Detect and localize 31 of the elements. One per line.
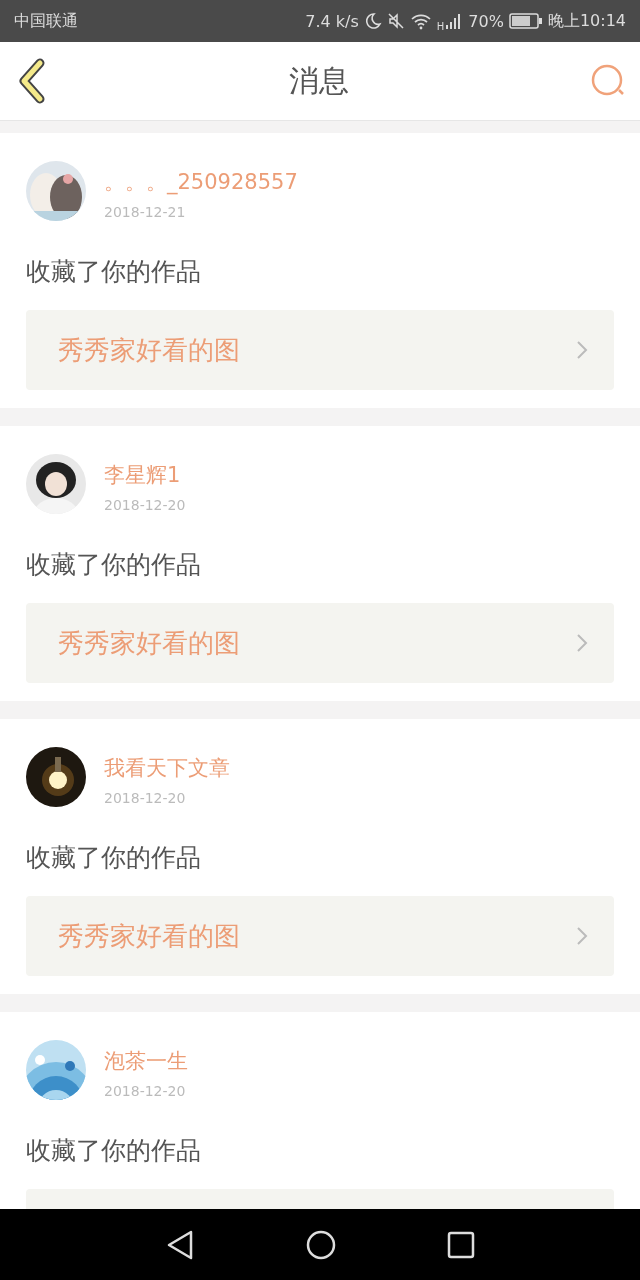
chevron-icon: [576, 340, 588, 360]
mute-icon: [386, 12, 405, 30]
message-text: 收藏了你的作品: [26, 842, 202, 874]
artwork-link[interactable]: 秀秀家好看的图: [26, 310, 614, 390]
page-title: 消息: [289, 61, 349, 100]
network-type: H: [436, 20, 445, 32]
message-date: 2018-12-20: [104, 497, 186, 513]
chevron-icon: [576, 926, 588, 946]
user-name[interactable]: 泡茶一生: [104, 1047, 188, 1075]
home-nav-icon[interactable]: [305, 1229, 337, 1261]
message-date: 2018-12-20: [104, 790, 187, 806]
message-text: 收藏了你的作品: [26, 549, 202, 581]
network-speed: 7.4 k/s: [305, 11, 359, 31]
battery-percent: 70%: [468, 11, 504, 31]
user-name[interactable]: 。。。_250928557: [104, 168, 298, 196]
carrier-name: 中国联通: [14, 10, 78, 32]
clock: 晚上10:14: [547, 10, 626, 32]
user-name[interactable]: 李星辉1: [104, 461, 186, 489]
artwork-link[interactable]: 秀秀家好看的图: [26, 896, 614, 976]
recents-nav-icon[interactable]: [447, 1231, 475, 1259]
back-nav-icon[interactable]: [165, 1229, 195, 1261]
message-text: 收藏了你的作品: [26, 1135, 202, 1167]
wifi-icon: [409, 12, 432, 30]
user-name[interactable]: 我看天下文章: [104, 754, 230, 782]
artwork-link[interactable]: 秀秀家好看的图: [26, 603, 614, 683]
battery-icon: [508, 13, 543, 29]
message-text: 收藏了你的作品: [26, 256, 202, 288]
moon-icon: [363, 12, 382, 30]
message-date: 2018-12-21: [104, 204, 187, 220]
message-date: 2018-12-20: [104, 1083, 187, 1099]
chevron-icon: [576, 633, 588, 653]
